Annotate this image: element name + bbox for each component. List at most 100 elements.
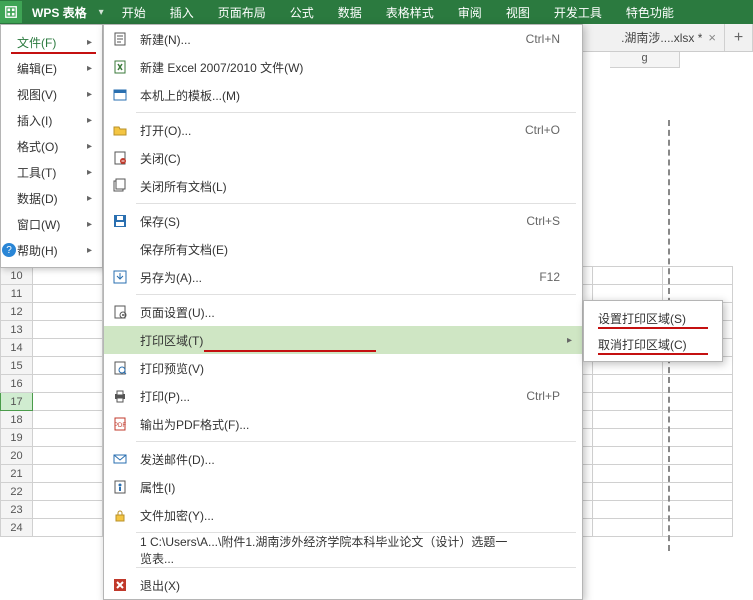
grid-cell[interactable] (33, 411, 103, 429)
grid-cell[interactable] (33, 501, 103, 519)
classic-menu-item[interactable]: 工具(T)▸ (1, 159, 102, 185)
lock-icon (104, 507, 136, 523)
ribbon-tab[interactable]: 特色功能 (614, 0, 686, 24)
grid-cell[interactable] (33, 447, 103, 465)
grid-cell[interactable] (593, 501, 663, 519)
grid-cell[interactable] (593, 519, 663, 537)
ribbon-tab[interactable]: 审阅 (446, 0, 494, 24)
file-menu-item[interactable]: 关闭所有文档(L) (104, 172, 582, 200)
classic-menu-item[interactable]: ?帮助(H)▸ (1, 237, 102, 263)
file-menu-item[interactable]: 本机上的模板...(M) (104, 81, 582, 109)
file-menu-item[interactable]: 打开(O)...Ctrl+O (104, 116, 582, 144)
classic-menu-item[interactable]: 视图(V)▸ (1, 81, 102, 107)
classic-menu-item[interactable]: 格式(O)▸ (1, 133, 102, 159)
grid-cell[interactable] (663, 519, 733, 537)
file-menu-item[interactable]: 发送邮件(D)... (104, 445, 582, 473)
grid-cell[interactable] (663, 267, 733, 285)
file-menu-item[interactable]: 打印区域(T)▸ (104, 326, 582, 354)
grid-cell[interactable] (33, 393, 103, 411)
grid-cell[interactable] (593, 393, 663, 411)
row-header[interactable]: 16 (1, 375, 33, 393)
column-headers: g (610, 52, 680, 68)
row-header[interactable]: 23 (1, 501, 33, 519)
file-menu-item[interactable]: 文件加密(Y)... (104, 501, 582, 529)
ribbon-tab[interactable]: 数据 (326, 0, 374, 24)
classic-menu-item[interactable]: 文件(F)▸ (1, 29, 102, 55)
row-header[interactable]: 12 (1, 303, 33, 321)
grid-cell[interactable] (593, 267, 663, 285)
close-tab-icon[interactable]: × (708, 30, 716, 45)
row-header[interactable]: 20 (1, 447, 33, 465)
grid-cell[interactable] (33, 267, 103, 285)
submenu-item[interactable]: 取消打印区域(C) (584, 331, 722, 357)
row-header[interactable]: 10 (1, 267, 33, 285)
file-menu-item[interactable]: 1 C:\Users\A...\附件1.湖南涉外经济学院本科毕业论文（设计）选题… (104, 536, 582, 564)
file-menu-item[interactable]: 关闭(C) (104, 144, 582, 172)
grid-cell[interactable] (593, 429, 663, 447)
row-header[interactable]: 22 (1, 483, 33, 501)
file-menu-item[interactable]: 属性(I) (104, 473, 582, 501)
file-menu-item[interactable]: 页面设置(U)... (104, 298, 582, 326)
grid-cell[interactable] (663, 483, 733, 501)
row-header[interactable]: 19 (1, 429, 33, 447)
grid-cell[interactable] (33, 285, 103, 303)
file-menu-item[interactable]: 打印(P)...Ctrl+P (104, 382, 582, 410)
ribbon-tab[interactable]: 开发工具 (542, 0, 614, 24)
file-menu-item[interactable]: 保存(S)Ctrl+S (104, 207, 582, 235)
grid-cell[interactable] (33, 303, 103, 321)
grid-cell[interactable] (663, 375, 733, 393)
grid-cell[interactable] (593, 411, 663, 429)
classic-menu-item[interactable]: 数据(D)▸ (1, 185, 102, 211)
grid-cell[interactable] (663, 447, 733, 465)
file-menu-item[interactable]: 新建(N)...Ctrl+N (104, 25, 582, 53)
grid-cell[interactable] (663, 465, 733, 483)
classic-menu-item[interactable]: 插入(I)▸ (1, 107, 102, 133)
ribbon-tab[interactable]: 开始 (110, 0, 158, 24)
menu-item-label: 另存为(A)... (136, 269, 510, 286)
grid-cell[interactable] (33, 429, 103, 447)
grid-cell[interactable] (33, 465, 103, 483)
classic-menu-item[interactable]: 编辑(E)▸ (1, 55, 102, 81)
row-header[interactable]: 21 (1, 465, 33, 483)
row-header[interactable]: 18 (1, 411, 33, 429)
ribbon-tab[interactable]: 表格样式 (374, 0, 446, 24)
highlight-underline (11, 52, 96, 54)
grid-cell[interactable] (33, 483, 103, 501)
file-menu-item[interactable]: PDF输出为PDF格式(F)... (104, 410, 582, 438)
file-menu-item[interactable]: 另存为(A)...F12 (104, 263, 582, 291)
grid-cell[interactable] (593, 465, 663, 483)
row-header[interactable]: 17 (1, 393, 33, 411)
ribbon-tab[interactable]: 公式 (278, 0, 326, 24)
row-header[interactable]: 13 (1, 321, 33, 339)
grid-cell[interactable] (593, 447, 663, 465)
ribbon-tab[interactable]: 视图 (494, 0, 542, 24)
submenu-item[interactable]: 设置打印区域(S) (584, 305, 722, 331)
ribbon-tab[interactable]: 页面布局 (206, 0, 278, 24)
grid-cell[interactable] (33, 321, 103, 339)
app-menu-caret[interactable]: ▾ (93, 7, 110, 18)
file-menu-item[interactable]: 新建 Excel 2007/2010 文件(W) (104, 53, 582, 81)
grid-cell[interactable] (663, 501, 733, 519)
grid-cell[interactable] (663, 411, 733, 429)
col-header-cell[interactable]: g (610, 52, 680, 68)
row-header[interactable]: 14 (1, 339, 33, 357)
row-header[interactable]: 15 (1, 357, 33, 375)
ribbon-tab[interactable]: 插入 (158, 0, 206, 24)
file-menu-item[interactable]: 保存所有文档(E) (104, 235, 582, 263)
grid-cell[interactable] (33, 339, 103, 357)
document-tab[interactable]: .湖南涉....xlsx * × (613, 24, 725, 51)
grid-cell[interactable] (593, 375, 663, 393)
grid-cell[interactable] (663, 429, 733, 447)
new-tab-button[interactable]: + (725, 24, 753, 51)
grid-cell[interactable] (33, 357, 103, 375)
grid-cell[interactable] (593, 483, 663, 501)
grid-cell[interactable] (33, 519, 103, 537)
grid-cell[interactable] (663, 393, 733, 411)
file-menu-item[interactable]: 打印预览(V) (104, 354, 582, 382)
submenu-arrow-icon: ▸ (87, 167, 92, 178)
grid-cell[interactable] (33, 375, 103, 393)
row-header[interactable]: 24 (1, 519, 33, 537)
file-menu-item[interactable]: 退出(X) (104, 571, 582, 599)
row-header[interactable]: 11 (1, 285, 33, 303)
classic-menu-item[interactable]: 窗口(W)▸ (1, 211, 102, 237)
